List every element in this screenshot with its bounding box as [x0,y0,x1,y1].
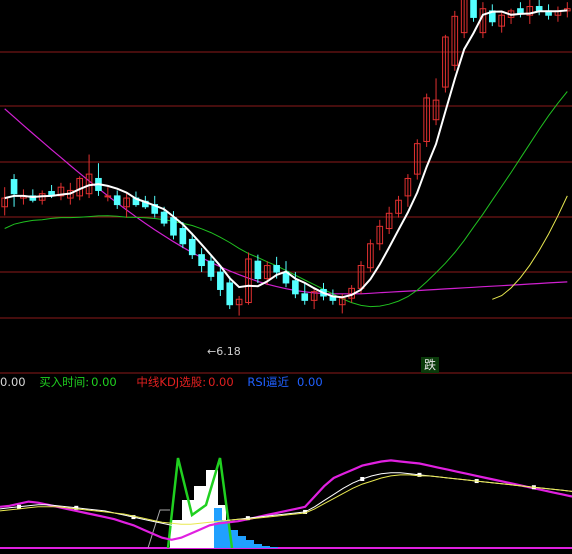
candle [235,296,243,316]
indicator-series-line [0,472,572,528]
candle-body [226,282,234,306]
stock-chart [0,0,572,549]
candle [498,10,505,33]
signal-bar-blue [214,508,222,548]
candle-body [113,195,121,206]
candle [113,190,121,209]
candlestick-series [1,0,571,316]
candle-body [188,238,196,256]
candle-body [217,271,224,290]
candle [442,34,449,93]
kdj-label: 中线KDJ选股: [136,375,207,389]
candle-body [535,6,543,12]
candle [57,182,65,201]
candle [367,239,374,273]
candle [1,187,9,216]
candle-body [301,293,309,301]
candle-body [170,217,177,236]
annotation-value: 6.18 [216,345,241,358]
signal-bar-blue [270,547,278,548]
kdj-value: 0.00 [208,375,234,389]
candle [404,174,412,207]
candle [385,206,393,234]
white-ma-line [4,9,568,299]
candle [526,0,534,24]
candle-body [207,260,215,277]
grid-lines [0,51,572,374]
buy-time-label: 买入时间: [39,375,90,389]
candle-body [292,280,299,295]
indicator-legend: 0.00 买入时间: 0.00 中线KDJ选股: 0.00 RSI逼近 0.00 [0,374,325,390]
signal-bar-blue [246,540,254,548]
annotation-arrow: ← [207,345,217,358]
candle-body [470,0,477,18]
signal-bar-blue [262,546,270,548]
candle [85,154,93,199]
candle-body [517,8,524,14]
candle [460,0,468,39]
indicator-marker [17,504,22,509]
candle-body [10,179,18,195]
low-price-annotation: ←6.18 [207,345,241,359]
candle-body [179,228,187,245]
white-moving-average [4,9,568,299]
signal-guide-line [147,509,170,549]
signal-bar-blue [238,536,246,548]
candle [432,78,440,126]
candle-body [160,211,168,224]
signal-bar-white [194,486,206,548]
candle [310,287,318,310]
fall-signal-badge: 跌 [421,357,439,373]
indicator-marker [360,476,365,481]
candle [395,195,402,218]
candle-body [273,265,280,273]
candle [123,193,130,218]
candle [10,174,18,207]
candle-body [198,254,205,267]
rsi-label: RSI逼近 [247,375,290,389]
indicator-series-line [0,474,572,525]
candle [535,0,543,16]
candle [554,6,562,22]
candle [507,8,515,24]
indicator-panel [0,457,572,549]
signal-bar-blue [254,544,262,548]
candle-body [104,195,112,198]
candle [198,248,205,273]
candle [413,139,421,180]
candle [423,93,430,147]
candle [517,2,524,18]
candle [376,219,384,251]
candle [95,163,102,196]
indicator-value-0: 0.00 [0,375,26,389]
candle-body [254,260,262,280]
candle [451,10,459,71]
rsi-value: 0.00 [297,375,323,389]
indicator-marker [188,525,193,530]
candle [470,0,477,22]
candle [301,282,309,305]
buy-time-value: 0.00 [91,375,117,389]
candle [488,4,496,27]
indicator-series-line [0,459,572,541]
candle [38,190,46,205]
